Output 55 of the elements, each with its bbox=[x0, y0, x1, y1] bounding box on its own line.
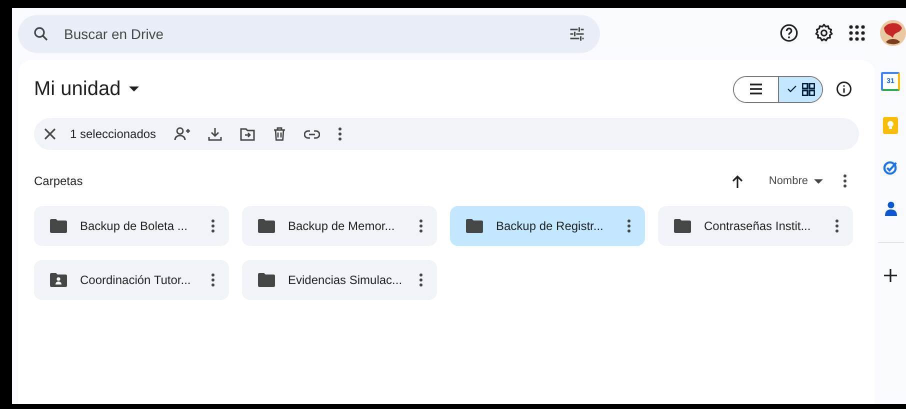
folder-name: Coordinación Tutor... bbox=[80, 273, 192, 287]
grid-view-button[interactable] bbox=[778, 76, 822, 102]
person-icon[interactable] bbox=[884, 201, 896, 216]
list-icon bbox=[749, 83, 763, 95]
folder-icon bbox=[50, 219, 67, 233]
more-icon[interactable] bbox=[338, 127, 342, 141]
folder-name: Backup de Registr... bbox=[496, 219, 604, 233]
task-check-icon[interactable] bbox=[883, 160, 898, 175]
folder-item[interactable]: Contraseñas Instit... bbox=[658, 206, 853, 246]
add-person-icon[interactable] bbox=[174, 127, 190, 141]
link-icon[interactable] bbox=[304, 130, 320, 138]
folder-name: Backup de Memor... bbox=[288, 219, 396, 233]
search-field[interactable]: Buscar en Drive bbox=[64, 26, 554, 42]
shared-folder-icon bbox=[50, 273, 67, 287]
add-icon[interactable] bbox=[884, 269, 897, 282]
drive-title-button[interactable]: Mi unidad bbox=[34, 78, 139, 100]
folder-item[interactable]: Evidencias Simulac... bbox=[242, 260, 437, 300]
trash-icon[interactable] bbox=[273, 127, 286, 141]
folder-icon bbox=[674, 219, 691, 233]
more-icon[interactable] bbox=[211, 219, 215, 233]
search-bar[interactable]: Buscar en Drive bbox=[18, 15, 600, 53]
section-heading: Carpetas bbox=[34, 174, 83, 188]
check-icon bbox=[786, 83, 798, 95]
folder-name: Evidencias Simulac... bbox=[288, 273, 404, 287]
help-icon[interactable] bbox=[779, 23, 799, 43]
info-icon[interactable] bbox=[835, 80, 853, 98]
filter-icon[interactable] bbox=[568, 25, 586, 43]
more-icon[interactable] bbox=[627, 219, 631, 233]
avatar[interactable] bbox=[880, 20, 906, 46]
more-icon[interactable] bbox=[419, 273, 423, 287]
more-icon[interactable] bbox=[211, 273, 215, 287]
selection-count: 1 seleccionados bbox=[70, 127, 156, 141]
folder-item[interactable]: Backup de Boleta ... bbox=[34, 206, 229, 246]
more-icon[interactable] bbox=[419, 219, 423, 233]
more-icon[interactable] bbox=[835, 219, 839, 233]
settings-icon[interactable] bbox=[814, 23, 834, 43]
folder-item[interactable]: Coordinación Tutor... bbox=[34, 260, 229, 300]
sort-button[interactable]: Nombre bbox=[764, 175, 827, 187]
search-icon bbox=[32, 25, 50, 43]
folder-name: Contraseñas Instit... bbox=[704, 219, 812, 233]
folder-icon bbox=[466, 219, 483, 233]
download-icon[interactable] bbox=[208, 127, 222, 141]
more-icon[interactable] bbox=[843, 174, 847, 188]
folder-icon bbox=[258, 219, 275, 233]
folder-icon bbox=[258, 273, 275, 287]
caret-icon bbox=[128, 86, 139, 92]
arrow-up-icon[interactable] bbox=[732, 174, 743, 188]
move-folder-icon[interactable] bbox=[240, 128, 256, 140]
folder-item[interactable]: Backup de Registr... bbox=[450, 206, 645, 246]
caret-icon bbox=[814, 178, 823, 184]
grid-icon bbox=[802, 82, 815, 96]
folder-item[interactable]: Backup de Memor... bbox=[242, 206, 437, 246]
folder-name: Backup de Boleta ... bbox=[80, 219, 188, 233]
apps-grid-icon[interactable] bbox=[849, 25, 865, 41]
close-icon[interactable] bbox=[44, 128, 56, 140]
